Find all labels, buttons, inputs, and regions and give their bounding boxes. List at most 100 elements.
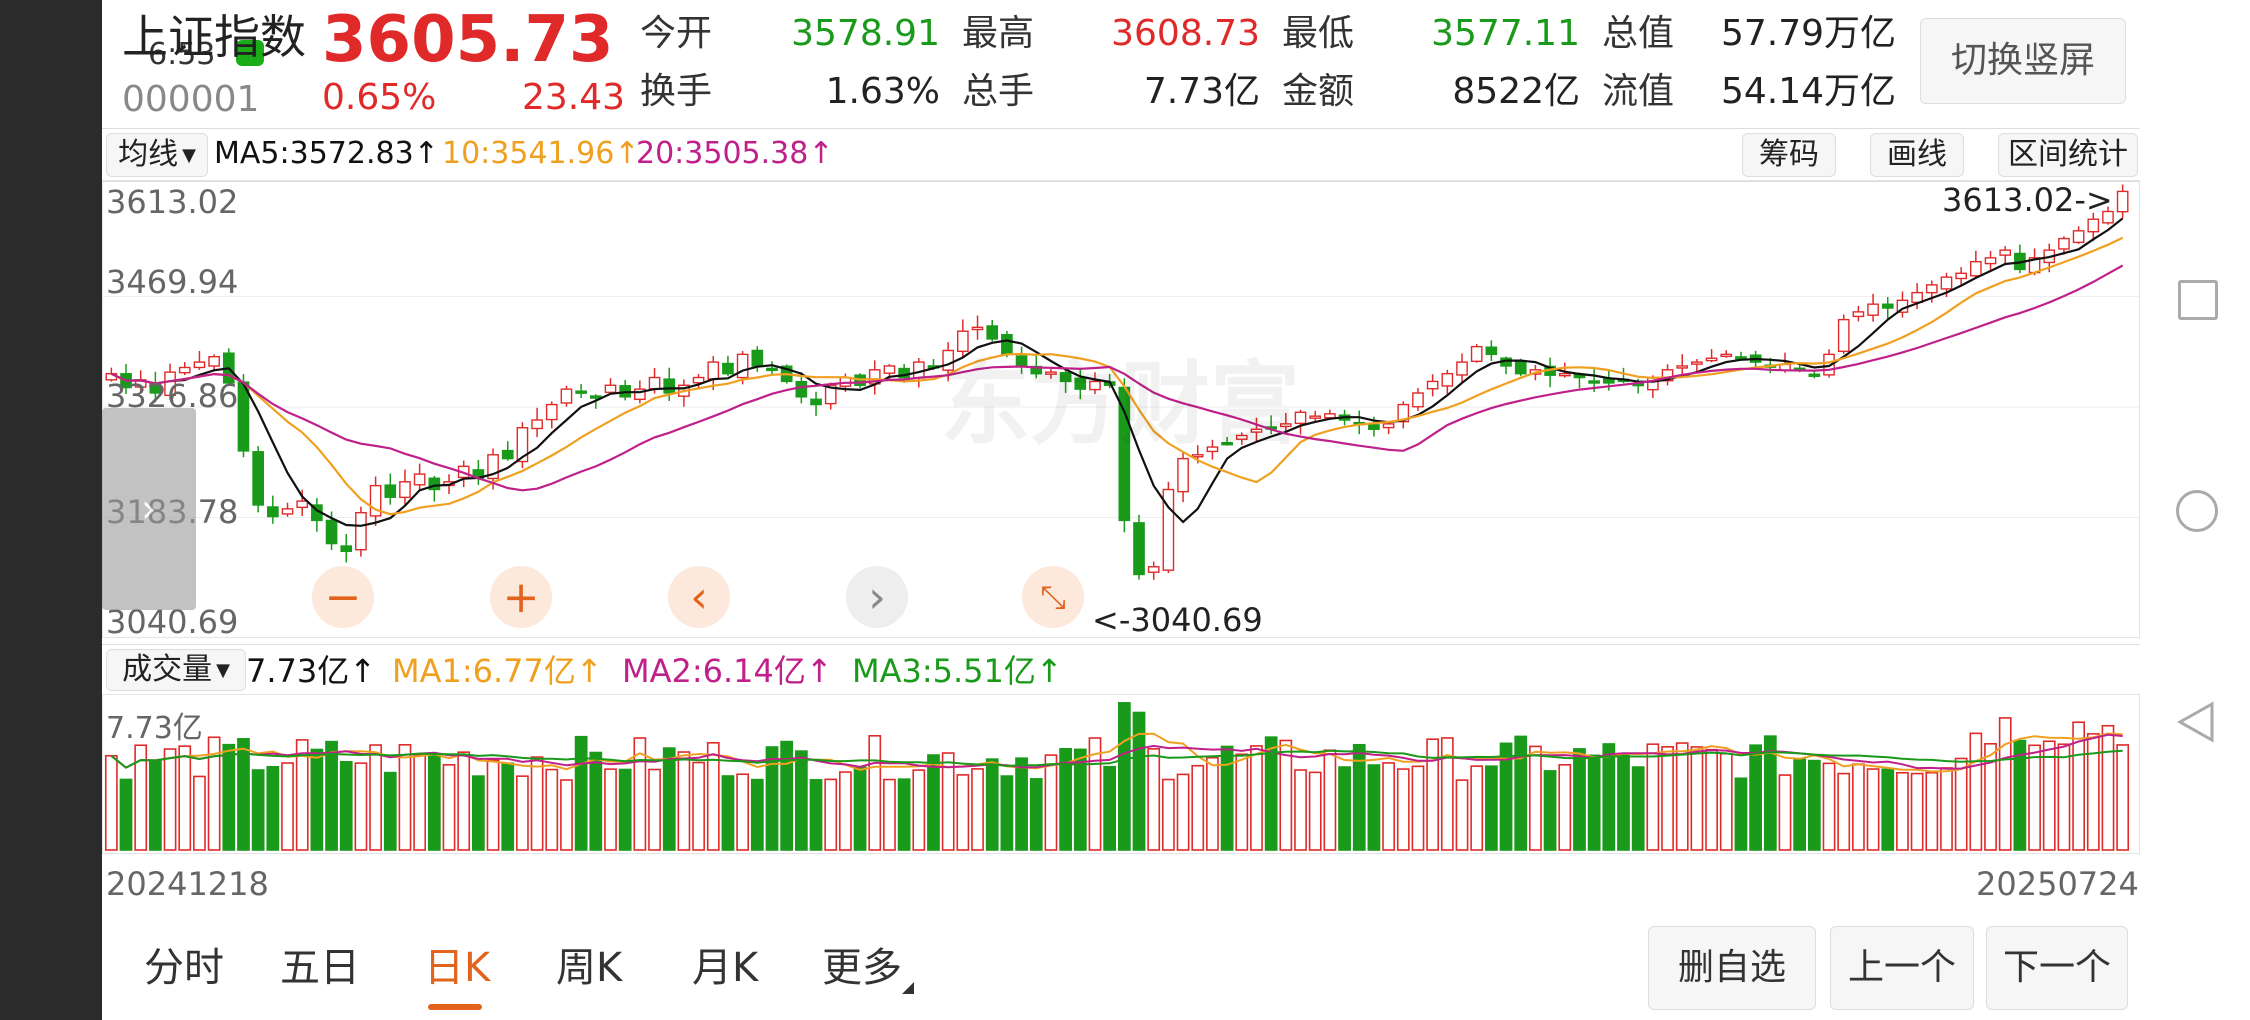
candle-body	[545, 403, 558, 421]
tab-weekly-k[interactable]: 周K	[556, 948, 622, 988]
candle-body	[1588, 380, 1600, 384]
volume-bar	[839, 771, 852, 851]
field-label: 总值	[1602, 13, 1675, 54]
range-stats-button[interactable]: 区间统计	[1998, 133, 2138, 177]
chip-button[interactable]: 筹码	[1742, 133, 1836, 177]
field-value: 7.73亿	[1143, 71, 1260, 112]
remove-watchlist-button[interactable]: 删自选	[1648, 926, 1816, 1010]
candle-body	[2087, 218, 2100, 233]
y-axis-label: 3040.69	[106, 603, 239, 641]
candle	[1808, 371, 1821, 379]
field-label: 最低	[1282, 13, 1355, 54]
candle-body	[1808, 373, 1821, 377]
volume-bar	[1807, 759, 1821, 851]
volume-bar	[809, 779, 823, 851]
draw-line-label: 画线	[1887, 137, 1947, 172]
switch-orientation-button[interactable]: 切换竖屏	[1920, 18, 2126, 104]
volume-bar	[1308, 771, 1322, 851]
candle	[311, 498, 323, 532]
volume-bar	[1969, 732, 1983, 851]
volume-ma2: MA2:6.14亿↑	[622, 652, 833, 690]
ma-selector-label: 均线	[118, 137, 179, 172]
candle-body	[1881, 303, 1894, 309]
candle-body	[971, 326, 984, 331]
candle-body	[604, 384, 617, 394]
next-button[interactable]: 下一个	[1986, 926, 2128, 1010]
scroll-right-button[interactable]: ›	[846, 566, 908, 628]
candle-body	[575, 390, 587, 394]
candle-body	[736, 353, 749, 379]
candle-body	[1147, 566, 1160, 573]
volume-bar	[2101, 724, 2115, 851]
volume-bar	[1661, 746, 1674, 851]
candle	[1441, 369, 1454, 394]
candle	[2072, 226, 2085, 244]
volume-bar	[1778, 774, 1792, 851]
volume-bar	[560, 779, 573, 851]
zoom-in-button[interactable]: +	[490, 566, 552, 628]
candle	[1456, 353, 1468, 382]
candle	[2014, 244, 2026, 274]
home-nav-icon[interactable]	[2176, 490, 2218, 532]
volume-bar	[251, 769, 265, 851]
volume-bar	[2086, 733, 2100, 851]
candle-body	[1382, 423, 1395, 429]
field-label: 换手	[640, 71, 713, 112]
candle-body	[252, 451, 264, 506]
chevron-down-icon: ▼	[182, 144, 196, 166]
volume-bar	[794, 750, 808, 851]
candle-body	[1514, 360, 1527, 375]
volume-selector-label: 成交量	[122, 652, 213, 687]
zoom-out-button[interactable]: −	[312, 566, 374, 628]
volume-bar	[721, 775, 735, 851]
volume-chart[interactable]	[102, 694, 2140, 854]
expand-panel-handle[interactable]: ›	[102, 408, 196, 610]
field-value: 57.79万亿	[1720, 13, 1896, 54]
candle	[1896, 291, 1909, 318]
recents-nav-icon[interactable]	[2178, 280, 2218, 320]
candle	[1397, 401, 1410, 429]
tab-more[interactable]: 更多	[822, 948, 902, 988]
volume-bar	[545, 768, 559, 851]
draw-line-button[interactable]: 画线	[1870, 133, 1964, 177]
back-nav-icon[interactable]	[2176, 700, 2216, 744]
volume-bar	[956, 774, 970, 851]
volume-bar	[662, 747, 676, 851]
volume-bar	[1235, 753, 1249, 851]
index-price: 3605.73	[322, 3, 614, 77]
candle-body	[1676, 365, 1689, 369]
volume-bar	[1117, 702, 1131, 851]
tab-monthly-k[interactable]: 月K	[692, 948, 758, 988]
volume-bar	[457, 751, 471, 851]
volume-selector[interactable]: 成交量 ▼	[106, 649, 246, 691]
volume-bar	[1954, 757, 1968, 851]
change-amount: 23.43	[522, 77, 626, 118]
collapse-icon[interactable]: ⤡	[1022, 566, 1084, 628]
ma-bar: 均线 ▼ MA5:3572.83↑ 10:3541.96↑ 20:3505.38…	[102, 128, 2140, 182]
tab-intraday[interactable]: 分时	[144, 948, 224, 988]
tab-five-day[interactable]: 五日	[280, 948, 360, 988]
candle	[1147, 561, 1160, 580]
field-value: 1.63%	[825, 71, 940, 112]
candle-body	[399, 481, 411, 499]
chevron-down-icon: ▼	[216, 659, 230, 681]
volume-bar	[985, 758, 999, 851]
ma-selector[interactable]: 均线 ▼	[106, 133, 208, 177]
scroll-left-button[interactable]: ‹	[668, 566, 730, 628]
previous-button[interactable]: 上一个	[1830, 926, 1974, 1010]
candle-body	[692, 376, 705, 384]
volume-bar	[1029, 778, 1043, 851]
volume-bar	[325, 740, 338, 851]
candle-body	[1852, 311, 1865, 318]
volume-bar	[516, 775, 529, 851]
field-value: 3578.91	[791, 13, 940, 54]
tab-daily-k[interactable]: 日K	[424, 948, 490, 988]
field-label: 金额	[1282, 71, 1355, 112]
ma10-value: 10:3541.96↑	[442, 136, 640, 171]
candle	[384, 473, 397, 505]
candle	[604, 378, 617, 395]
volume-bar	[119, 778, 133, 851]
candle	[766, 361, 778, 375]
candle	[472, 459, 485, 485]
candle	[178, 362, 191, 376]
